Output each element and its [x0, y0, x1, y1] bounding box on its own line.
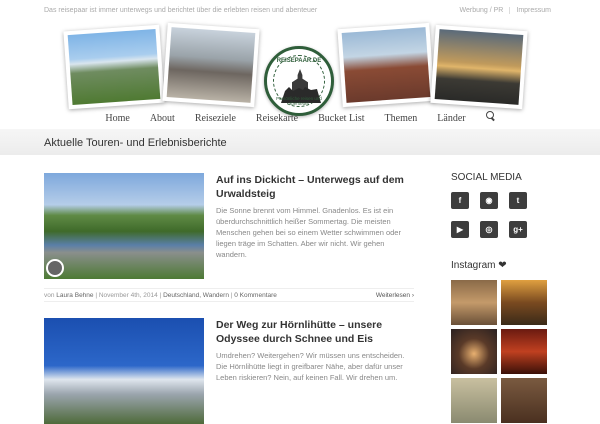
facebook-icon[interactable]: f — [451, 192, 469, 209]
header-banner: REISEPAAR.DE Persönliche reisen und aben… — [0, 22, 600, 116]
author-avatar[interactable] — [46, 259, 64, 277]
post-card: Auf ins Dickicht – Unterwegs auf dem Urw… — [44, 173, 414, 303]
instagram-photo[interactable] — [451, 329, 497, 374]
top-links: Werbung / PR Impressum — [454, 7, 557, 14]
top-bar: Das reisepaar ist immer unterwegs und be… — [0, 0, 600, 22]
page-title: Aktuelle Touren- und Erlebnisberichte — [44, 137, 227, 149]
logo-subtitle: Persönliche reisen und abenteuer — [276, 96, 322, 106]
header-photo-mountains — [63, 24, 165, 110]
post-date: November 4th, 2014 — [98, 292, 158, 299]
site-tagline: Das reisepaar ist immer unterwegs und be… — [44, 7, 318, 14]
instagram-photo[interactable] — [501, 280, 547, 325]
nav-item-bucket-list[interactable]: Bucket List — [318, 113, 364, 124]
main-nav: Home About Reiseziele Reisekarte Bucket … — [0, 108, 600, 128]
link-werbung[interactable]: Werbung / PR — [454, 7, 510, 14]
instagram-grid — [451, 280, 571, 423]
nav-item-reisekarte[interactable]: Reisekarte — [256, 113, 298, 124]
instagram-photo[interactable] — [501, 378, 547, 423]
twitter-icon[interactable]: t — [509, 192, 527, 209]
post-title[interactable]: Der Weg zur Hörnlihütte – unsere Odyssee… — [216, 318, 416, 346]
post-title[interactable]: Auf ins Dickicht – Unterwegs auf dem Urw… — [216, 173, 416, 201]
nav-item-about[interactable]: About — [150, 113, 175, 124]
read-more-link[interactable]: Weiterlesen › — [376, 292, 414, 299]
social-icons: f ◉ t ▶ ◎ g+ — [451, 192, 571, 238]
instagram-photo[interactable] — [501, 329, 547, 374]
instagram-title: Instagram ❤ — [451, 260, 507, 271]
post-meta: von Laura Behne | November 4th, 2014 | D… — [44, 288, 414, 302]
link-impressum[interactable]: Impressum — [509, 7, 557, 14]
instagram-icon[interactable]: ◎ — [480, 221, 498, 238]
author-link[interactable]: Laura Behne — [56, 292, 93, 299]
comments-link[interactable]: 0 Kommentare — [234, 292, 277, 299]
meta-prefix: von — [44, 292, 55, 299]
search-icon[interactable] — [485, 110, 495, 120]
page-title-bar: Aktuelle Touren- und Erlebnisberichte — [0, 129, 600, 155]
social-media-title: SOCIAL MEDIA — [451, 172, 522, 183]
header-photo-houses — [337, 22, 435, 108]
nav-item-home[interactable]: Home — [105, 113, 129, 124]
header-photo-city — [162, 22, 260, 108]
google-plus-icon[interactable]: g+ — [509, 221, 527, 238]
nav-item-reiseziele[interactable]: Reiseziele — [195, 113, 236, 124]
youtube-icon[interactable]: ▶ — [451, 221, 469, 238]
post-thumbnail[interactable] — [44, 173, 204, 279]
logo-title: REISEPAAR.DE — [276, 58, 322, 64]
post-excerpt: Die Sonne brennt vom Himmel. Gnadenlos. … — [216, 206, 401, 259]
instagram-photo[interactable] — [451, 280, 497, 325]
header-photo-sunset — [430, 24, 528, 110]
nav-item-laender[interactable]: Länder — [437, 113, 465, 124]
post-excerpt: Umdrehen? Weitergehen? Wir müssen uns en… — [216, 351, 405, 382]
post-thumbnail[interactable] — [44, 318, 204, 424]
post-card: Der Weg zur Hörnlihütte – unsere Odyssee… — [44, 318, 416, 424]
category-links[interactable]: Deutschland, Wandern — [163, 292, 229, 299]
sidebar: SOCIAL MEDIA f ◉ t ▶ ◎ g+ Instagram ❤ — [451, 172, 571, 423]
instagram-photo[interactable] — [451, 378, 497, 423]
site-logo[interactable]: REISEPAAR.DE Persönliche reisen und aben… — [264, 46, 334, 116]
rss-icon[interactable]: ◉ — [480, 192, 498, 209]
nav-item-themen[interactable]: Themen — [385, 113, 418, 124]
